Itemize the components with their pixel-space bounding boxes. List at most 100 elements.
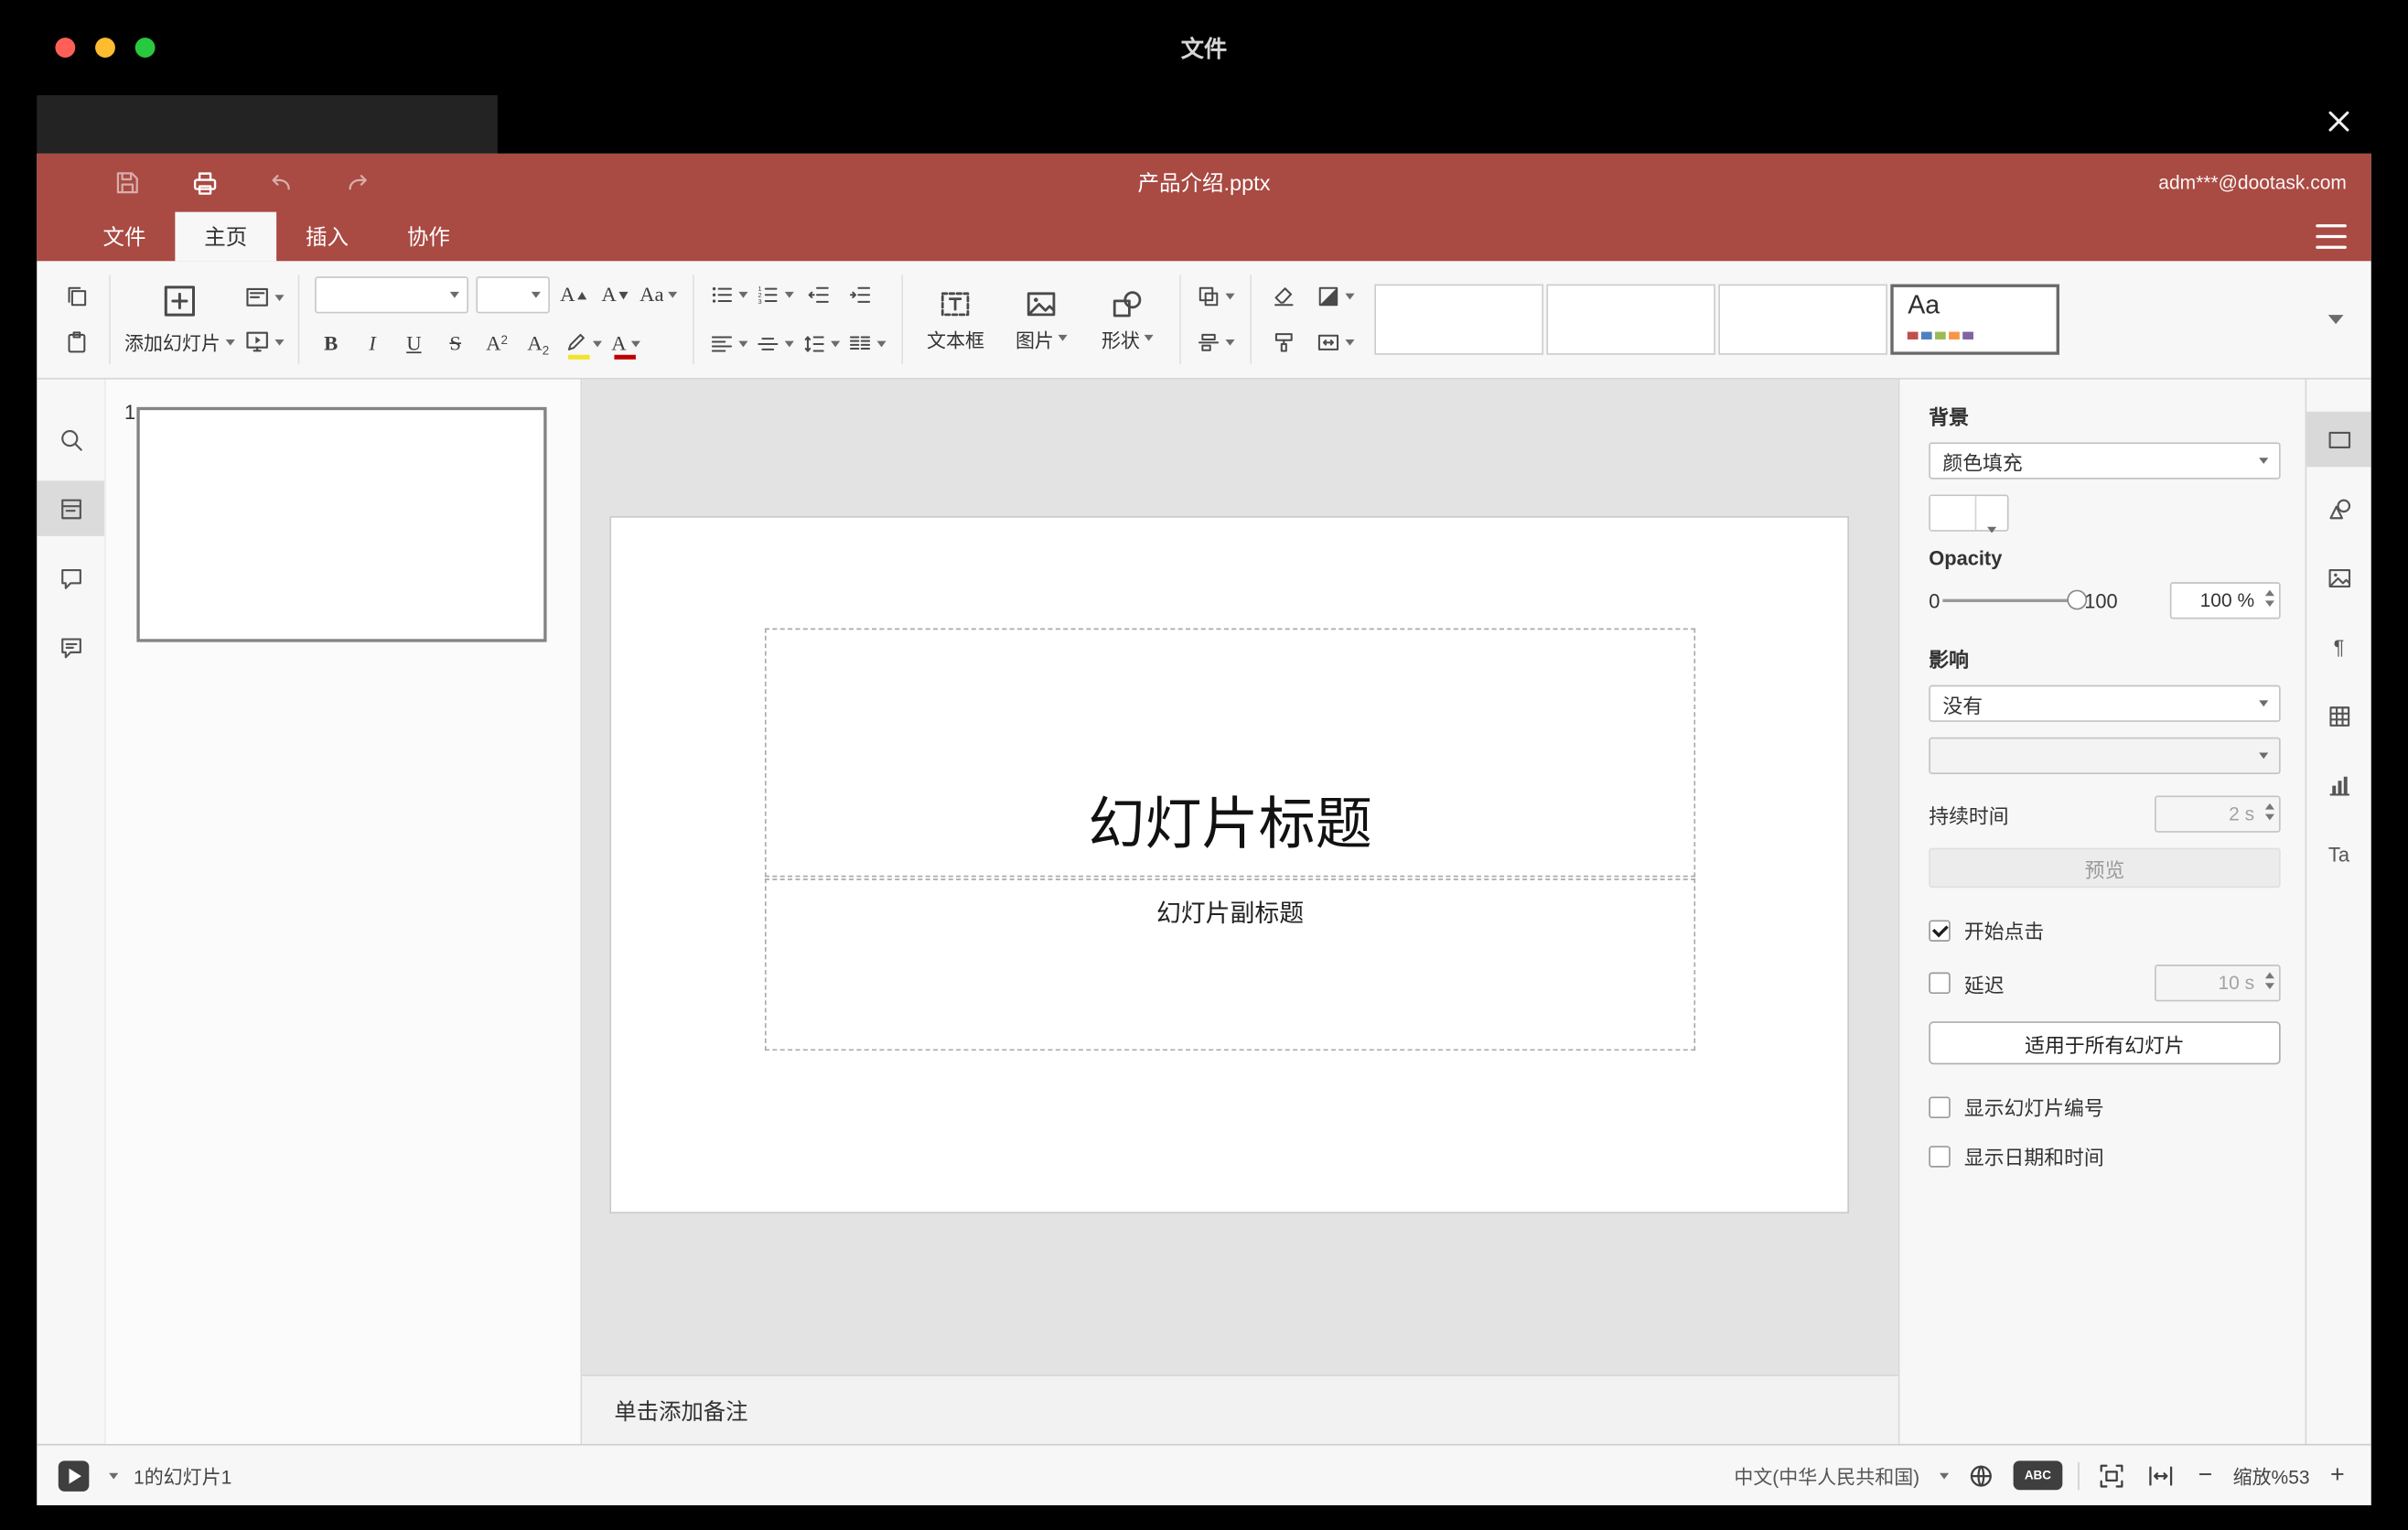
status-bar: 1的幻灯片1 中文(中华人民共和国) ABC − 缩放%53 +: [37, 1443, 2371, 1505]
paste-icon[interactable]: [59, 324, 93, 361]
menu-icon[interactable]: [2316, 224, 2347, 249]
slide-layout-button[interactable]: [243, 279, 284, 316]
slide-subtitle-placeholder[interactable]: 幻灯片副标题: [764, 878, 1696, 1051]
horizontal-align-button[interactable]: [710, 326, 748, 362]
arrange-shapes-button[interactable]: [1197, 278, 1236, 315]
spellcheck-icon[interactable]: ABC: [2013, 1460, 2063, 1491]
shape-fill-button[interactable]: [1317, 278, 1355, 315]
zoom-in-button[interactable]: +: [2325, 1462, 2349, 1488]
chart-settings-icon[interactable]: [2306, 758, 2371, 813]
start-on-click-checkbox[interactable]: [1929, 919, 1951, 942]
insert-shape-button[interactable]: 形状: [1090, 286, 1166, 352]
apply-to-all-slides-button[interactable]: 适用于所有幻灯片: [1929, 1021, 2281, 1065]
close-icon[interactable]: [2319, 102, 2360, 142]
image-settings-icon[interactable]: [2306, 550, 2371, 605]
fit-width-icon[interactable]: [2144, 1459, 2177, 1492]
traffic-zoom-button[interactable]: [134, 38, 156, 58]
insert-image-button[interactable]: 图片: [1004, 286, 1080, 352]
bold-button[interactable]: B: [314, 326, 348, 362]
numbering-button[interactable]: 123: [756, 276, 795, 313]
slides-panel-icon[interactable]: [37, 480, 105, 536]
notes-area[interactable]: 单击添加备注: [582, 1374, 1898, 1444]
fit-slide-icon[interactable]: [2095, 1459, 2129, 1492]
tab-home[interactable]: 主页: [175, 211, 277, 262]
theme-tile[interactable]: [1546, 284, 1716, 355]
add-slide-icon[interactable]: [161, 283, 198, 319]
account-email: adm***@dootask.com: [2158, 171, 2347, 194]
font-name-select[interactable]: [314, 276, 468, 314]
vertical-align-button[interactable]: [756, 326, 795, 362]
strikethrough-button[interactable]: S: [438, 326, 472, 362]
preview-button[interactable]: 预览: [1929, 847, 2281, 889]
copy-style-icon[interactable]: [1267, 324, 1301, 361]
delay-checkbox[interactable]: [1929, 972, 1951, 995]
theme-tile[interactable]: [1374, 284, 1544, 355]
effect-type-select[interactable]: [1929, 737, 2281, 774]
italic-button[interactable]: I: [356, 326, 390, 362]
show-date-time-checkbox[interactable]: [1929, 1145, 1951, 1167]
line-spacing-button[interactable]: [802, 326, 841, 362]
search-icon[interactable]: [37, 412, 104, 467]
bullets-button[interactable]: [710, 276, 748, 313]
opacity-slider[interactable]: [1942, 589, 2088, 611]
align-objects-button[interactable]: [1197, 324, 1236, 361]
slide-settings-icon[interactable]: [2306, 411, 2371, 468]
save-icon[interactable]: [111, 166, 145, 199]
show-slide-number-checkbox[interactable]: [1929, 1095, 1951, 1118]
slide-thumbnail[interactable]: [136, 406, 547, 642]
font-size-select[interactable]: [475, 276, 550, 314]
zoom-out-button[interactable]: −: [2193, 1462, 2218, 1488]
add-slide-button[interactable]: 添加幻灯片: [124, 328, 235, 357]
traffic-minimize-button[interactable]: [95, 38, 115, 58]
tab-insert[interactable]: 插入: [276, 212, 378, 262]
language-chevron[interactable]: [1939, 1471, 1950, 1479]
print-icon[interactable]: [188, 166, 221, 199]
home-toolbar: 添加幻灯片 A A Aa B I U S A2 A2 A 1 2 3 文本框 图…: [37, 261, 2371, 380]
redo-icon[interactable]: [341, 166, 375, 199]
columns-button[interactable]: [848, 326, 887, 362]
slide-thumbnails-panel: 1: [104, 379, 583, 1444]
theme-tile-selected[interactable]: Aa: [1890, 284, 2060, 355]
insert-textbox-button[interactable]: 文本框: [918, 286, 994, 352]
feedback-icon[interactable]: [37, 619, 104, 673]
clear-style-icon[interactable]: [1267, 278, 1301, 315]
theme-gallery: Aa: [1374, 284, 2063, 355]
slideshow-options-chevron[interactable]: [109, 1471, 119, 1479]
comments-icon[interactable]: [37, 550, 104, 605]
slide-canvas[interactable]: 幻灯片标题 幻灯片副标题: [609, 515, 1849, 1214]
slide-title-placeholder[interactable]: 幻灯片标题: [764, 628, 1696, 878]
gallery-expand-button[interactable]: [2310, 285, 2356, 355]
svg-text:3: 3: [758, 297, 762, 306]
undo-icon[interactable]: [264, 166, 298, 199]
theme-tile[interactable]: [1718, 284, 1888, 355]
tab-file[interactable]: 文件: [74, 212, 176, 262]
change-case-button[interactable]: Aa: [640, 276, 678, 313]
decrease-font-icon[interactable]: A: [598, 276, 632, 313]
start-slideshow-button[interactable]: [243, 323, 284, 360]
textart-settings-icon[interactable]: Ta: [2306, 826, 2371, 881]
copy-icon[interactable]: [59, 278, 93, 315]
increase-font-icon[interactable]: A: [557, 276, 591, 313]
slide-size-button[interactable]: [1317, 324, 1355, 361]
highlight-color-button[interactable]: [563, 326, 602, 362]
language-selector[interactable]: 中文(中华人民共和国): [1734, 1460, 1919, 1490]
effect-select[interactable]: 没有: [1929, 684, 2281, 722]
table-settings-icon[interactable]: [2306, 688, 2371, 743]
superscript-button[interactable]: A2: [480, 326, 514, 362]
subscript-button[interactable]: A2: [521, 326, 555, 362]
start-slideshow-icon[interactable]: [58, 1460, 90, 1492]
paragraph-settings-icon[interactable]: ¶: [2306, 619, 2371, 673]
globe-icon[interactable]: [1964, 1459, 1998, 1492]
tab-collaboration[interactable]: 协作: [378, 212, 479, 262]
background-fill-select[interactable]: 颜色填充: [1929, 442, 2281, 479]
underline-button[interactable]: U: [397, 326, 431, 362]
traffic-close-button[interactable]: [55, 38, 76, 58]
duration-input[interactable]: 2 s: [2155, 795, 2281, 833]
font-color-button[interactable]: A: [609, 326, 643, 362]
opacity-input[interactable]: 100 %: [2169, 582, 2281, 620]
shape-settings-icon[interactable]: [2306, 480, 2371, 535]
decrease-indent-icon[interactable]: [802, 276, 836, 313]
increase-indent-icon[interactable]: [844, 276, 877, 313]
delay-input[interactable]: 10 s: [2155, 964, 2281, 1002]
background-color-select[interactable]: [1929, 494, 2009, 533]
